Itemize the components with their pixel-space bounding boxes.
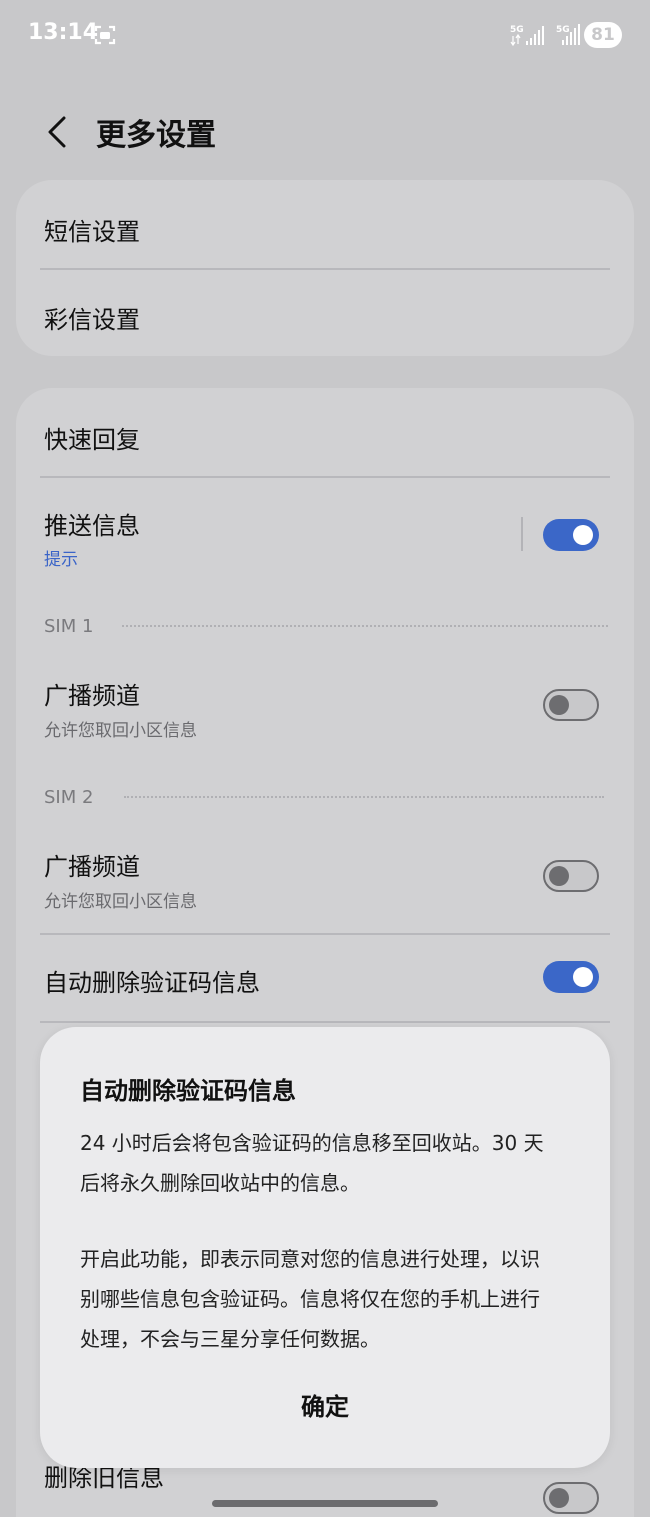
push-message-label[interactable]: 推送信息 (44, 506, 140, 541)
home-indicator[interactable] (212, 1500, 438, 1507)
screen-capture-icon (94, 25, 116, 45)
auto-delete-otp-toggle[interactable] (543, 961, 599, 993)
auto-delete-info-dialog: 自动删除验证码信息 24 小时后会将包含验证码的信息移至回收站。30 天 后将永… (40, 1027, 610, 1468)
push-message-sub: 提示 (44, 550, 78, 570)
dialog-title: 自动删除验证码信息 (80, 1077, 296, 1105)
page-title: 更多设置 (96, 118, 216, 153)
battery-indicator: 81 (584, 22, 622, 48)
status-time: 13:14 (28, 20, 99, 45)
toggle-knob (573, 967, 593, 987)
divider (40, 268, 610, 270)
divider (40, 1021, 610, 1023)
sim2-broadcast-toggle[interactable] (543, 860, 599, 892)
sim1-broadcast-label[interactable]: 广播频道 (44, 676, 140, 711)
dialog-line: 处理，不会与三星分享任何数据。 (80, 1327, 380, 1351)
divider (40, 476, 610, 478)
section-dotted-line (122, 625, 608, 627)
sim2-broadcast-label[interactable]: 广播频道 (44, 847, 140, 882)
dialog-line: 别哪些信息包含验证码。信息将仅在您的手机上进行 (80, 1287, 540, 1311)
dialog-paragraph-2: 开启此功能，即表示同意对您的信息进行处理，以识 别哪些信息包含验证码。信息将仅在… (80, 1239, 580, 1359)
signal-5g-icon-2: 5G (556, 24, 580, 45)
svg-text:5G: 5G (556, 25, 570, 35)
header: 更多设置 (0, 100, 650, 164)
dialog-line: 后将永久删除回收站中的信息。 (80, 1171, 360, 1195)
toggle-knob (573, 525, 593, 545)
toggle-knob (549, 1488, 569, 1508)
sim1-section-label: SIM 1 (44, 616, 94, 637)
toggle-knob (549, 866, 569, 886)
sms-settings-item[interactable]: 短信设置 (44, 212, 140, 247)
quick-reply-item[interactable]: 快速回复 (44, 420, 140, 455)
auto-delete-otp-label[interactable]: 自动删除验证码信息 (44, 963, 260, 998)
divider (40, 933, 610, 935)
sim1-broadcast-toggle[interactable] (543, 689, 599, 721)
confirm-button[interactable]: 确定 (40, 1387, 610, 1422)
push-message-toggle[interactable] (543, 519, 599, 551)
back-arrow-icon[interactable] (40, 112, 74, 152)
dialog-paragraph-1: 24 小时后会将包含验证码的信息移至回收站。30 天 后将永久删除回收站中的信息… (80, 1123, 580, 1203)
delete-old-messages-toggle[interactable] (543, 1482, 599, 1514)
sim1-broadcast-sub: 允许您取回小区信息 (44, 721, 197, 741)
mms-settings-item[interactable]: 彩信设置 (44, 300, 140, 335)
toggle-knob (549, 695, 569, 715)
dialog-line: 24 小时后会将包含验证码的信息移至回收站。30 天 (80, 1131, 544, 1155)
settings-card-messages: 短信设置 彩信设置 (16, 180, 634, 356)
svg-text:5G: 5G (510, 25, 524, 35)
vertical-divider (521, 517, 523, 551)
dialog-line: 开启此功能，即表示同意对您的信息进行处理，以识 (80, 1247, 540, 1271)
section-dotted-line (124, 796, 604, 798)
status-bar: 13:14 5G 5G 81 (0, 0, 650, 70)
sim2-broadcast-sub: 允许您取回小区信息 (44, 892, 197, 912)
signal-5g-icon: 5G (510, 25, 544, 47)
sim2-section-label: SIM 2 (44, 787, 94, 808)
